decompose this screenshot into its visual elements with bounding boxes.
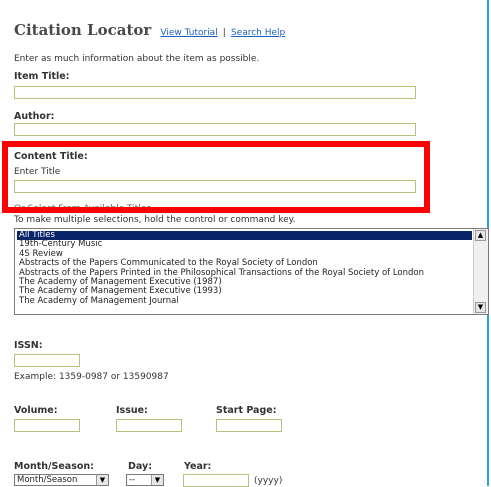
volume-label: Volume:	[14, 405, 58, 416]
year-input[interactable]	[183, 474, 249, 487]
scroll-down-icon[interactable]: ▼	[475, 302, 486, 313]
issn-example: Example: 1359-0987 or 13590987	[14, 372, 169, 382]
volume-input[interactable]	[14, 419, 80, 432]
chevron-down-icon[interactable]: ▼	[151, 475, 163, 485]
year-label: Year:	[184, 461, 212, 472]
titles-listbox[interactable]: All Titles 19th-Century Music 4S Review …	[14, 228, 489, 315]
search-help-link[interactable]: Search Help	[231, 28, 285, 38]
month-season-value: Month/Season	[17, 475, 78, 485]
issue-label: Issue:	[116, 405, 148, 416]
day-label: Day:	[128, 461, 152, 472]
list-item[interactable]: The Academy of Management Journal	[17, 296, 472, 306]
page-title: Citation Locator	[14, 21, 152, 39]
scroll-up-icon[interactable]: ▲	[475, 230, 486, 241]
month-season-select[interactable]: Month/Season ▼	[14, 474, 109, 486]
month-season-label: Month/Season:	[14, 461, 94, 472]
view-tutorial-link[interactable]: View Tutorial	[160, 28, 217, 38]
item-title-input[interactable]	[14, 86, 416, 99]
chevron-down-icon[interactable]: ▼	[96, 475, 108, 485]
day-value: --	[129, 475, 136, 485]
header-separator: |	[222, 28, 226, 38]
author-input[interactable]	[14, 123, 416, 136]
start-page-label: Start Page:	[216, 405, 277, 416]
issn-label: ISSN:	[14, 340, 43, 351]
issue-input[interactable]	[116, 419, 182, 432]
year-format-hint: (yyyy)	[254, 476, 283, 486]
list-item[interactable]: 19th-Century Music	[17, 239, 472, 249]
header: Citation Locator View Tutorial | Search …	[14, 20, 285, 39]
start-page-input[interactable]	[216, 419, 282, 432]
author-label: Author:	[14, 111, 55, 122]
multi-select-hint: To make multiple selections, hold the co…	[14, 215, 296, 225]
highlight-box	[2, 141, 430, 213]
intro-text: Enter as much information about the item…	[14, 54, 260, 64]
issn-input[interactable]	[14, 354, 80, 367]
day-select[interactable]: -- ▼	[126, 474, 164, 486]
listbox-scrollbar[interactable]: ▲ ▼	[473, 229, 488, 314]
item-title-label: Item Title:	[14, 71, 70, 82]
